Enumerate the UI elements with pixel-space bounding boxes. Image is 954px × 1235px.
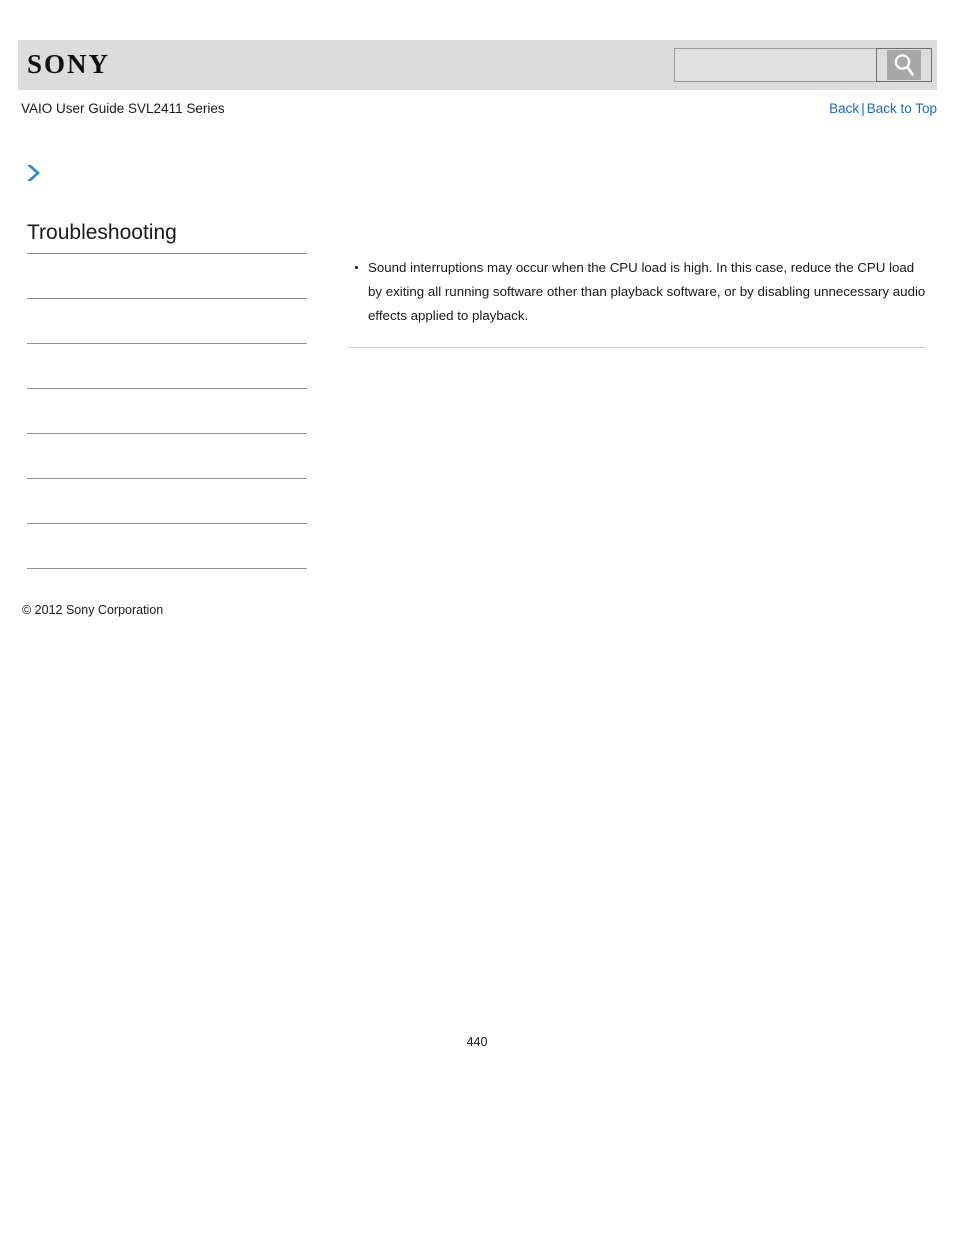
back-to-top-link[interactable]: Back to Top	[867, 101, 937, 116]
magnifier-icon	[887, 50, 921, 80]
site-header: SONY	[18, 40, 937, 90]
search-box	[674, 48, 932, 82]
nav-separator: |	[861, 101, 865, 116]
sidebar-item[interactable]	[27, 524, 307, 569]
search-input[interactable]	[674, 48, 876, 82]
sidebar-item[interactable]	[27, 254, 307, 299]
header-nav-links: Back | Back to Top	[829, 101, 937, 116]
sidebar-navigation: Troubleshooting	[27, 220, 307, 569]
copyright-notice: © 2012 Sony Corporation	[22, 603, 164, 617]
sidebar-item[interactable]	[27, 389, 307, 434]
chevron-right-icon[interactable]	[24, 163, 44, 183]
bullet-list: Sound interruptions may occur when the C…	[348, 256, 926, 328]
back-link[interactable]: Back	[829, 101, 859, 116]
search-button[interactable]	[876, 48, 932, 82]
guide-title: VAIO User Guide SVL2411 Series	[21, 101, 225, 116]
sidebar-title: Troubleshooting	[27, 220, 307, 254]
page-number: 440	[466, 1035, 488, 1049]
breadcrumb: VAIO User Guide SVL2411 Series Back | Back…	[18, 101, 937, 121]
sidebar-item[interactable]	[27, 434, 307, 479]
sony-logo: SONY	[27, 49, 111, 79]
sidebar-item[interactable]	[27, 479, 307, 524]
sidebar-item[interactable]	[27, 344, 307, 389]
sidebar-item[interactable]	[27, 299, 307, 344]
bullet-item: Sound interruptions may occur when the C…	[355, 256, 926, 328]
main-content: Sound interruptions may occur when the C…	[348, 256, 926, 348]
content-divider	[348, 347, 926, 348]
